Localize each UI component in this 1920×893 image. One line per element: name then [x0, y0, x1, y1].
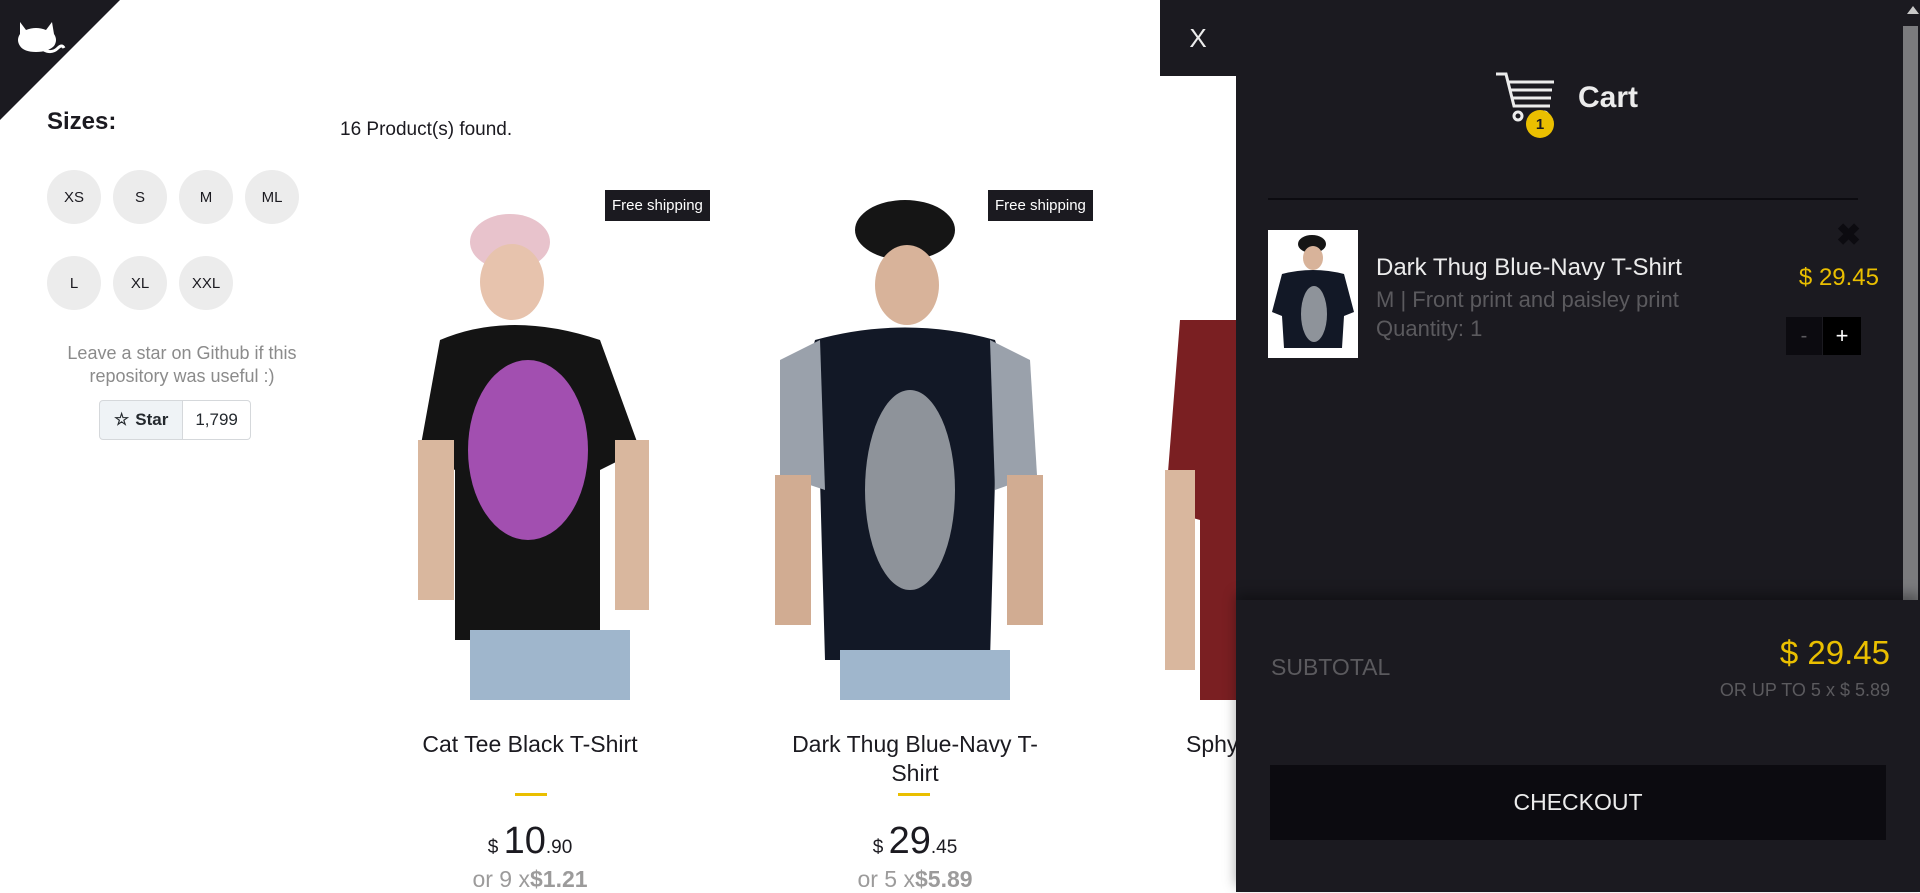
cart-count-badge: 1: [1526, 110, 1554, 138]
star-button[interactable]: ☆ Star: [99, 400, 184, 440]
subtotal-installment: OR UP TO 5 x $ 5.89: [1719, 680, 1890, 700]
size-filter-ml[interactable]: ML: [245, 170, 299, 224]
cart-item-quantity: Quantity: 1: [1376, 316, 1483, 341]
cart-footer: SUBTOTAL $ 29.45 OR UP TO 5 x $ 5.89 CHE…: [1236, 600, 1920, 892]
star-count[interactable]: 1,799: [183, 400, 251, 440]
product-title[interactable]: Dark Thug Blue-Navy T-Shirt: [775, 730, 1055, 788]
product-title[interactable]: Cat Tee Black T-Shirt: [380, 730, 680, 759]
product-installment: or 9 x$1.21: [472, 866, 588, 892]
cart-item-desc: M | Front print and paisley print: [1376, 287, 1679, 312]
star-label: Star: [135, 410, 169, 429]
free-shipping-badge: Free shipping: [988, 190, 1093, 221]
cart-panel: Cart 1 Dark Thug Blue-Navy T-Shirt M | F…: [1236, 0, 1920, 892]
remove-item-icon[interactable]: ✖: [1836, 218, 1861, 253]
free-shipping-badge: Free shipping: [605, 190, 710, 221]
github-star-widget[interactable]: ☆ Star 1,799: [99, 400, 251, 440]
size-filter-xxl[interactable]: XXL: [179, 256, 233, 310]
size-filter-xl[interactable]: XL: [113, 256, 167, 310]
product-price: $ 10.90: [487, 820, 573, 862]
close-cart-button[interactable]: X: [1160, 0, 1236, 76]
increase-quantity-button[interactable]: +: [1823, 317, 1861, 355]
checkout-button[interactable]: CHECKOUT: [1270, 765, 1886, 840]
product-installment: or 5 x$5.89: [857, 866, 973, 892]
subtotal-price: $ 29.45: [1779, 634, 1890, 671]
product-image[interactable]: [1160, 320, 1236, 700]
product-image[interactable]: [400, 190, 700, 700]
size-filter-m[interactable]: M: [179, 170, 233, 224]
decrease-quantity-button[interactable]: -: [1786, 317, 1822, 355]
size-filter-l[interactable]: L: [47, 256, 101, 310]
cart-item-price: $ 29.45: [1798, 264, 1879, 291]
cart-title: Cart: [1578, 81, 1639, 114]
scrollbar-thumb[interactable]: [1903, 26, 1918, 600]
cart-header: Cart: [1494, 70, 1638, 126]
cart-item-details: M | Front print and paisley print Quanti…: [1376, 285, 1679, 343]
cart-divider: [1268, 198, 1858, 200]
star-icon: ☆: [114, 410, 130, 429]
product-price: $ 29.45: [872, 820, 958, 862]
size-filter-s[interactable]: S: [113, 170, 167, 224]
github-note: Leave a star on Github if this repositor…: [67, 343, 297, 386]
cart-item-title: Dark Thug Blue-Navy T-Shirt: [1376, 254, 1682, 281]
github-octocat-icon[interactable]: [14, 18, 66, 62]
subtotal-label: SUBTOTAL: [1271, 654, 1391, 680]
sizes-title: Sizes:: [47, 108, 117, 135]
size-filter-xs[interactable]: XS: [47, 170, 101, 224]
product-image[interactable]: [775, 190, 1075, 700]
product-divider: [898, 793, 930, 796]
cart-item-thumbnail: [1268, 230, 1358, 358]
products-found: 16 Product(s) found.: [340, 119, 513, 140]
scroll-up-arrow-icon[interactable]: [1907, 6, 1919, 14]
product-divider: [515, 793, 547, 796]
